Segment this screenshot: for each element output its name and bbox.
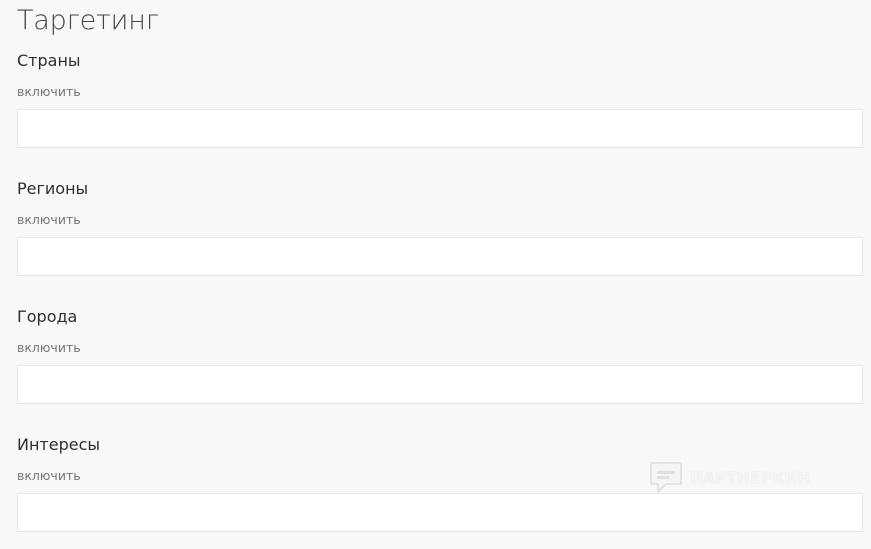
countries-field[interactable] (17, 109, 863, 148)
interests-field[interactable] (17, 493, 863, 532)
watermark: ПАРТНЕРКИН (648, 460, 811, 496)
watermark-text: ПАРТНЕРКИН (690, 469, 811, 487)
include-link-regions[interactable]: включить (17, 212, 863, 228)
chat-bubble-icon (648, 460, 684, 496)
section-title-countries: Страны (17, 51, 81, 70)
section-countries: Страны включить (17, 50, 863, 148)
section-title-regions: Регионы (17, 179, 89, 198)
section-title-interests: Интересы (17, 435, 101, 454)
countries-input[interactable] (18, 110, 862, 147)
cities-input[interactable] (18, 366, 862, 403)
include-link-cities[interactable]: включить (17, 340, 863, 356)
include-link-countries[interactable]: включить (17, 84, 863, 100)
cities-field[interactable] (17, 365, 863, 404)
section-title-cities: Города (17, 307, 78, 326)
interests-input[interactable] (18, 494, 862, 531)
section-cities: Города включить (17, 306, 863, 404)
page-title: Таргетинг (17, 5, 159, 36)
section-regions: Регионы включить (17, 178, 863, 276)
regions-field[interactable] (17, 237, 863, 276)
regions-input[interactable] (18, 238, 862, 275)
